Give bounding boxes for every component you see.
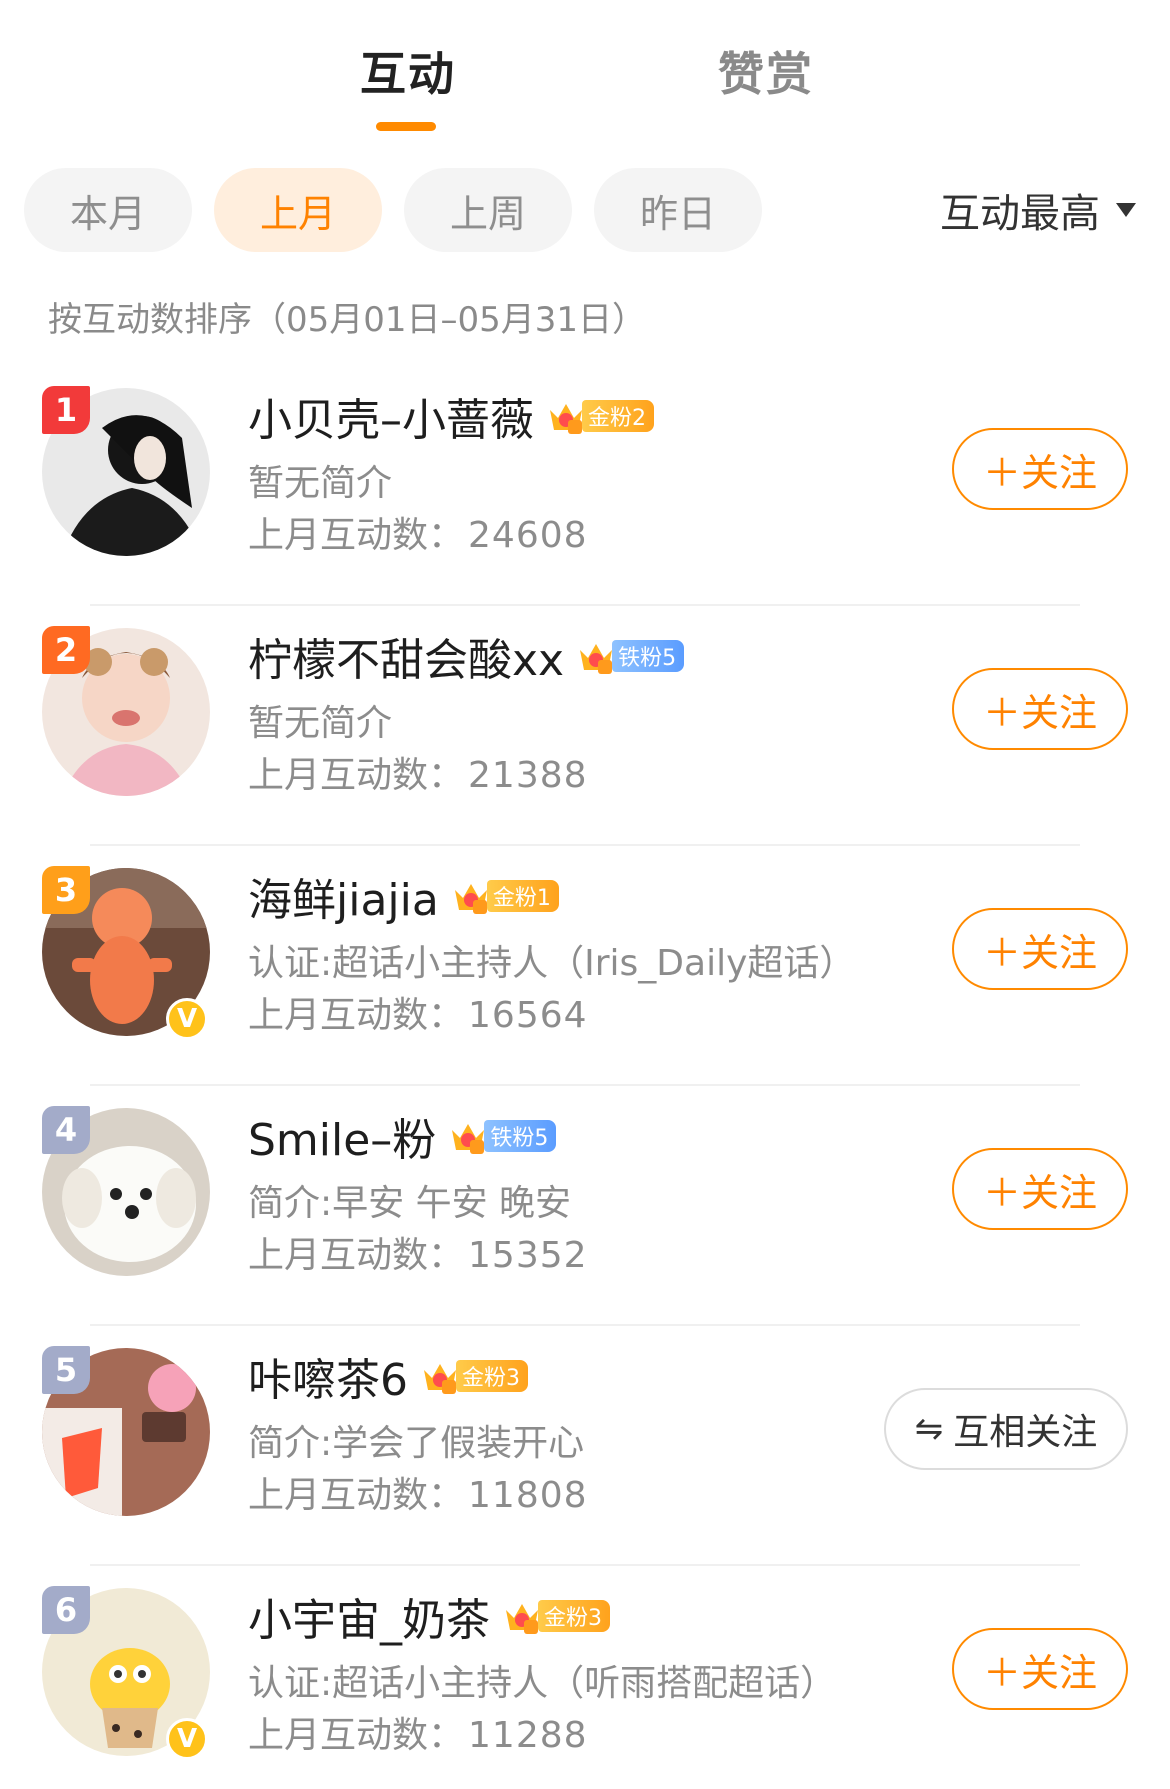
crown-icon bbox=[454, 884, 487, 914]
filter-last-month[interactable]: 上月 bbox=[214, 168, 382, 252]
interaction-count: 上月互动数： 11808 bbox=[248, 1466, 588, 1518]
list-item[interactable]: 2 柠檬不甜会酸xx 铁粉5 暂无简介 上月互动数： 21388 ＋关注 bbox=[0, 606, 1170, 846]
rank-badge: 6 bbox=[42, 1586, 90, 1634]
follow-button[interactable]: ＋关注 bbox=[952, 668, 1128, 750]
follow-button[interactable]: ＋关注 bbox=[952, 1148, 1128, 1230]
filter-yesterday[interactable]: 昨日 bbox=[594, 168, 762, 252]
rank-badge: 1 bbox=[42, 386, 90, 434]
rank-badge: 4 bbox=[42, 1106, 90, 1154]
follow-button[interactable]: ＋关注 bbox=[952, 428, 1128, 510]
count-value: 11808 bbox=[468, 1475, 588, 1516]
user-name[interactable]: 柠檬不甜会酸xx bbox=[248, 624, 564, 688]
fan-level-badge: 金粉1 bbox=[451, 877, 559, 915]
crown-icon bbox=[424, 1364, 456, 1394]
crown-icon bbox=[580, 644, 613, 674]
sort-description: 按互动数排序（05月01日–05月31日） bbox=[48, 300, 647, 340]
sort-dropdown[interactable]: 互动最高 bbox=[940, 168, 1136, 252]
count-value: 11288 bbox=[468, 1715, 588, 1756]
fan-level-badge: 金粉3 bbox=[502, 1597, 610, 1635]
count-value: 16564 bbox=[468, 995, 588, 1036]
user-name[interactable]: Smile–粉 bbox=[248, 1104, 436, 1168]
fan-level-label: 铁粉5 bbox=[484, 1120, 557, 1152]
count-label: 上月互动数： bbox=[248, 1715, 465, 1756]
rank-badge: 2 bbox=[42, 626, 90, 674]
mutual-follow-label: 互相关注 bbox=[953, 1412, 1098, 1453]
list-item[interactable]: 4 Smile–粉 铁粉5 简介:早安 午安 晚安 上月互动数： 15352 ＋关… bbox=[0, 1086, 1170, 1326]
interaction-count: 上月互动数： 21388 bbox=[248, 746, 588, 798]
user-name[interactable]: 海鲜jiajia bbox=[248, 864, 439, 928]
rank-badge: 3 bbox=[42, 866, 90, 914]
count-value: 21388 bbox=[468, 755, 588, 796]
mutual-follow-icon: ⇋ bbox=[914, 1409, 944, 1449]
caret-down-icon bbox=[1116, 203, 1136, 217]
fan-level-label: 金粉3 bbox=[538, 1600, 610, 1632]
count-label: 上月互动数： bbox=[248, 755, 465, 796]
interaction-count: 上月互动数： 24608 bbox=[248, 506, 588, 558]
user-bio: 简介:早安 午安 晚安 bbox=[248, 1183, 572, 1224]
user-bio: 认证:超话小主持人（Iris_Daily超话） bbox=[248, 943, 856, 984]
tab-appreciation[interactable]: 赞赏 bbox=[718, 38, 814, 104]
interaction-count: 上月互动数： 11288 bbox=[248, 1706, 588, 1758]
mutual-follow-button[interactable]: ⇋ 互相关注 bbox=[884, 1388, 1128, 1470]
fan-ranking-list: 1 小贝壳–小蔷薇 金粉2 暂无简介 上月互动数： 24608 ＋关注 2 柠檬不… bbox=[0, 366, 1170, 1789]
fan-level-label: 铁粉5 bbox=[612, 640, 685, 672]
user-bio: 暂无简介 bbox=[248, 703, 393, 744]
fan-level-label: 金粉3 bbox=[456, 1360, 528, 1392]
active-tab-indicator bbox=[376, 122, 436, 131]
count-label: 上月互动数： bbox=[248, 1235, 465, 1276]
count-label: 上月互动数： bbox=[248, 995, 465, 1036]
top-tabs: 互动 赞赏 bbox=[0, 0, 1170, 140]
interaction-count: 上月互动数： 15352 bbox=[248, 1226, 588, 1278]
fan-level-badge: 金粉2 bbox=[546, 397, 654, 435]
crown-icon bbox=[506, 1604, 538, 1634]
user-bio: 简介:学会了假装开心 bbox=[248, 1423, 585, 1464]
rank-badge: 5 bbox=[42, 1346, 90, 1394]
fan-level-badge: 铁粉5 bbox=[576, 637, 685, 675]
count-label: 上月互动数： bbox=[248, 1475, 465, 1516]
tab-interaction[interactable]: 互动 bbox=[360, 38, 456, 104]
user-name[interactable]: 咔嚓茶6 bbox=[248, 1344, 408, 1408]
count-value: 24608 bbox=[468, 515, 588, 556]
interaction-count: 上月互动数： 16564 bbox=[248, 986, 588, 1038]
filter-this-month[interactable]: 本月 bbox=[24, 168, 192, 252]
count-label: 上月互动数： bbox=[248, 515, 465, 556]
list-item[interactable]: 5 咔嚓茶6 金粉3 简介:学会了假装开心 上月互动数： 11808 ⇋ 互相关注 bbox=[0, 1326, 1170, 1566]
count-value: 15352 bbox=[468, 1235, 588, 1276]
list-item[interactable]: 1 小贝壳–小蔷薇 金粉2 暂无简介 上月互动数： 24608 ＋关注 bbox=[0, 366, 1170, 606]
user-bio: 暂无简介 bbox=[248, 463, 393, 504]
user-name[interactable]: 小贝壳–小蔷薇 bbox=[248, 384, 534, 448]
user-name[interactable]: 小宇宙_奶茶 bbox=[248, 1584, 490, 1648]
crown-icon bbox=[452, 1124, 485, 1154]
fan-level-label: 金粉1 bbox=[486, 880, 559, 912]
verified-icon: V bbox=[166, 998, 208, 1040]
follow-button[interactable]: ＋关注 bbox=[952, 1628, 1128, 1710]
user-bio: 认证:超话小主持人（听雨搭配超话） bbox=[248, 1663, 837, 1704]
fan-level-badge: 铁粉5 bbox=[448, 1117, 557, 1155]
crown-icon bbox=[550, 404, 582, 434]
time-filter-bar: 本月 上月 上周 昨日 互动最高 bbox=[24, 168, 1146, 252]
verified-icon: V bbox=[166, 1718, 208, 1760]
sort-label: 互动最高 bbox=[940, 191, 1100, 237]
list-item[interactable]: 3 V 海鲜jiajia 金粉1 认证:超话小主持人（Iris_Daily超话）… bbox=[0, 846, 1170, 1086]
fan-level-badge: 金粉3 bbox=[420, 1357, 528, 1395]
list-item[interactable]: 6 V 小宇宙_奶茶 金粉3 认证:超话小主持人（听雨搭配超话） 上月互动数： 1… bbox=[0, 1566, 1170, 1789]
fan-level-label: 金粉2 bbox=[582, 400, 654, 432]
follow-button[interactable]: ＋关注 bbox=[952, 908, 1128, 990]
filter-last-week[interactable]: 上周 bbox=[404, 168, 572, 252]
